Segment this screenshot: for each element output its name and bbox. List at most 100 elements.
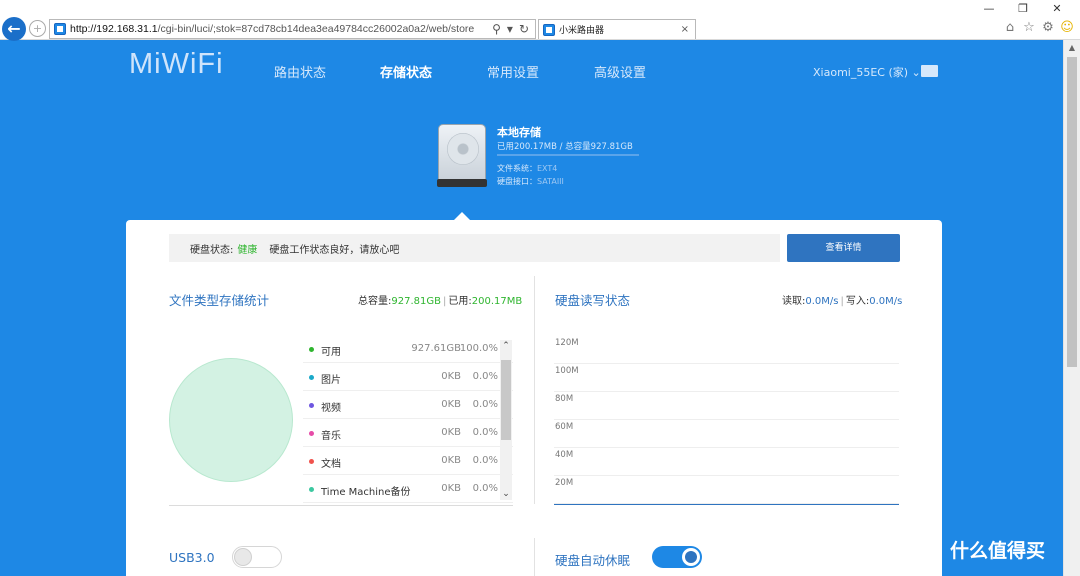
url-path: /cgi-bin/luci/;stok=87cd78cb14dea3ea4978… xyxy=(157,23,475,35)
url-text[interactable]: http://192.168.31.1/cgi-bin/luci/;stok=8… xyxy=(70,23,492,35)
category-size: 0KB xyxy=(441,371,461,382)
file-type-stats-title: 文件类型存储统计 xyxy=(169,293,270,308)
category-percent: 0.0% xyxy=(472,371,498,382)
io-separator: | xyxy=(840,296,844,307)
list-item: Time Machine备份 0KB 0.0% xyxy=(303,475,513,503)
category-size: 0KB xyxy=(441,455,461,466)
category-size: 927.61GB xyxy=(411,343,461,354)
used-label: 已用: xyxy=(448,296,472,307)
card-pointer xyxy=(454,212,470,220)
io-grid-line xyxy=(554,391,899,392)
close-window-button[interactable]: ✕ xyxy=(1040,2,1074,16)
category-dot-icon xyxy=(309,459,314,464)
disk-interface: 硬盘接口：SATAIII xyxy=(497,176,564,187)
forward-button[interactable]: + xyxy=(29,20,46,37)
io-y-tick-label: 80M xyxy=(555,394,574,404)
browser-tab[interactable]: 小米路由器 × xyxy=(538,19,696,39)
read-value: 0.0M/s xyxy=(805,296,839,307)
used-value: 200.17MB xyxy=(471,296,523,307)
io-grid-line xyxy=(554,419,899,420)
io-summary: 读取:0.0M/s | 写入:0.0M/s xyxy=(782,292,902,307)
io-y-tick-label: 40M xyxy=(555,450,574,460)
disk-usage-text: 已用200.17MB / 总容量927.81GB xyxy=(497,142,633,152)
scroll-up-icon[interactable]: ▲ xyxy=(1064,40,1080,56)
io-grid-line xyxy=(554,503,899,504)
address-bar[interactable]: http://192.168.31.1/cgi-bin/luci/;stok=8… xyxy=(49,19,536,39)
disk-usage-bar xyxy=(497,154,639,156)
usb3-toggle-knob xyxy=(234,548,252,566)
nav-advanced-settings[interactable]: 高级设置 xyxy=(594,62,646,81)
back-button[interactable]: ← xyxy=(2,17,26,41)
capacity-separator: | xyxy=(442,296,447,307)
category-name: 音乐 xyxy=(321,431,341,442)
settings-divider xyxy=(534,538,535,576)
disk-filesystem: 文件系统：EXT4 xyxy=(497,163,557,174)
category-name: 图片 xyxy=(321,375,341,386)
disk-io-title: 硬盘读写状态 xyxy=(555,293,631,308)
nav-router-status[interactable]: 路由状态 xyxy=(274,62,326,81)
category-percent: 0.0% xyxy=(472,399,498,410)
usb3-toggle[interactable] xyxy=(232,546,282,568)
page-icon xyxy=(54,23,66,35)
category-percent: 0.0% xyxy=(472,455,498,466)
search-icon[interactable]: ⚲ xyxy=(492,22,501,36)
scrollbar-thumb[interactable] xyxy=(1067,57,1077,367)
router-name-dropdown[interactable]: Xiaomi_55EC (家) ⌄ xyxy=(813,64,921,80)
capacity-summary: 总容量:927.81GB | 已用:200.17MB xyxy=(358,292,522,307)
list-item: 文档 0KB 0.0% xyxy=(303,447,513,475)
feedback-smile-icon[interactable]: ☺ xyxy=(1060,21,1074,35)
left-section-divider xyxy=(169,505,513,506)
mail-icon[interactable] xyxy=(921,65,938,77)
fs-label: 文件系统： xyxy=(497,164,537,173)
io-grid-line xyxy=(554,363,899,364)
watermark: 值 什么值得买 xyxy=(912,534,1045,564)
auto-sleep-toggle[interactable] xyxy=(652,546,702,568)
nav-common-settings[interactable]: 常用设置 xyxy=(487,62,539,81)
dropdown-icon[interactable]: ▾ xyxy=(507,22,513,36)
category-dot-icon xyxy=(309,375,314,380)
if-value: SATAIII xyxy=(537,177,564,186)
router-name: Xiaomi_55EC (家) xyxy=(813,66,909,79)
tab-favicon-icon xyxy=(543,23,555,36)
file-list-scrollbar[interactable]: ⌃ ⌄ xyxy=(500,340,512,500)
section-divider xyxy=(534,276,535,504)
refresh-icon[interactable]: ↻ xyxy=(519,22,529,36)
write-label: 写入: xyxy=(845,296,870,307)
disk-status-label: 硬盘状态: xyxy=(190,244,234,256)
minimize-button[interactable]: — xyxy=(972,2,1006,16)
storage-card: 硬盘状态: 健康 硬盘工作状态良好，请放心吧 查看详情 文件类型存储统计 总容量… xyxy=(126,220,942,576)
io-y-tick-label: 100M xyxy=(555,366,579,376)
file-type-list: 可用 927.61GB 100.0% 图片 0KB 0.0% 视频 0KB 0.0% 音乐 0KB 0… xyxy=(303,335,513,505)
total-value: 927.81GB xyxy=(391,296,441,307)
write-value: 0.0M/s xyxy=(869,296,903,307)
read-label: 读取: xyxy=(782,296,806,307)
watermark-logo: 值 xyxy=(912,534,942,564)
view-details-button[interactable]: 查看详情 xyxy=(787,234,900,262)
category-percent: 0.0% xyxy=(472,483,498,494)
page-scrollbar[interactable]: ▲ xyxy=(1063,40,1080,576)
disk-title: 本地存储 xyxy=(497,126,541,139)
disk-status-bar: 硬盘状态: 健康 硬盘工作状态良好，请放心吧 xyxy=(169,234,780,262)
list-scroll-down-icon[interactable]: ⌄ xyxy=(500,488,512,500)
browser-chrome: — ❐ ✕ ← + http://192.168.31.1/cgi-bin/lu… xyxy=(0,0,1080,41)
chevron-down-icon: ⌄ xyxy=(911,66,921,79)
address-tools: ⚲ ▾ ↻ xyxy=(492,22,535,36)
category-name: 可用 xyxy=(321,347,341,358)
list-item: 图片 0KB 0.0% xyxy=(303,363,513,391)
nav-storage-status[interactable]: 存储状态 xyxy=(380,62,432,81)
list-scroll-thumb[interactable] xyxy=(501,360,511,440)
tab-close-icon[interactable]: × xyxy=(681,24,695,35)
category-dot-icon xyxy=(309,431,314,436)
disk-base xyxy=(437,179,487,187)
tab-title: 小米路由器 xyxy=(559,26,605,36)
list-item: 视频 0KB 0.0% xyxy=(303,391,513,419)
home-icon[interactable]: ⌂ xyxy=(1003,21,1017,35)
list-scroll-up-icon[interactable]: ⌃ xyxy=(500,340,512,352)
category-name: 视频 xyxy=(321,403,341,414)
favorites-star-icon[interactable]: ☆ xyxy=(1022,21,1036,35)
settings-gear-icon[interactable]: ⚙ xyxy=(1041,21,1055,35)
io-y-tick-label: 20M xyxy=(555,478,574,488)
auto-sleep-label: 硬盘自动休眠 xyxy=(555,553,631,568)
list-item: 可用 927.61GB 100.0% xyxy=(303,335,513,363)
restore-button[interactable]: ❐ xyxy=(1006,2,1040,16)
